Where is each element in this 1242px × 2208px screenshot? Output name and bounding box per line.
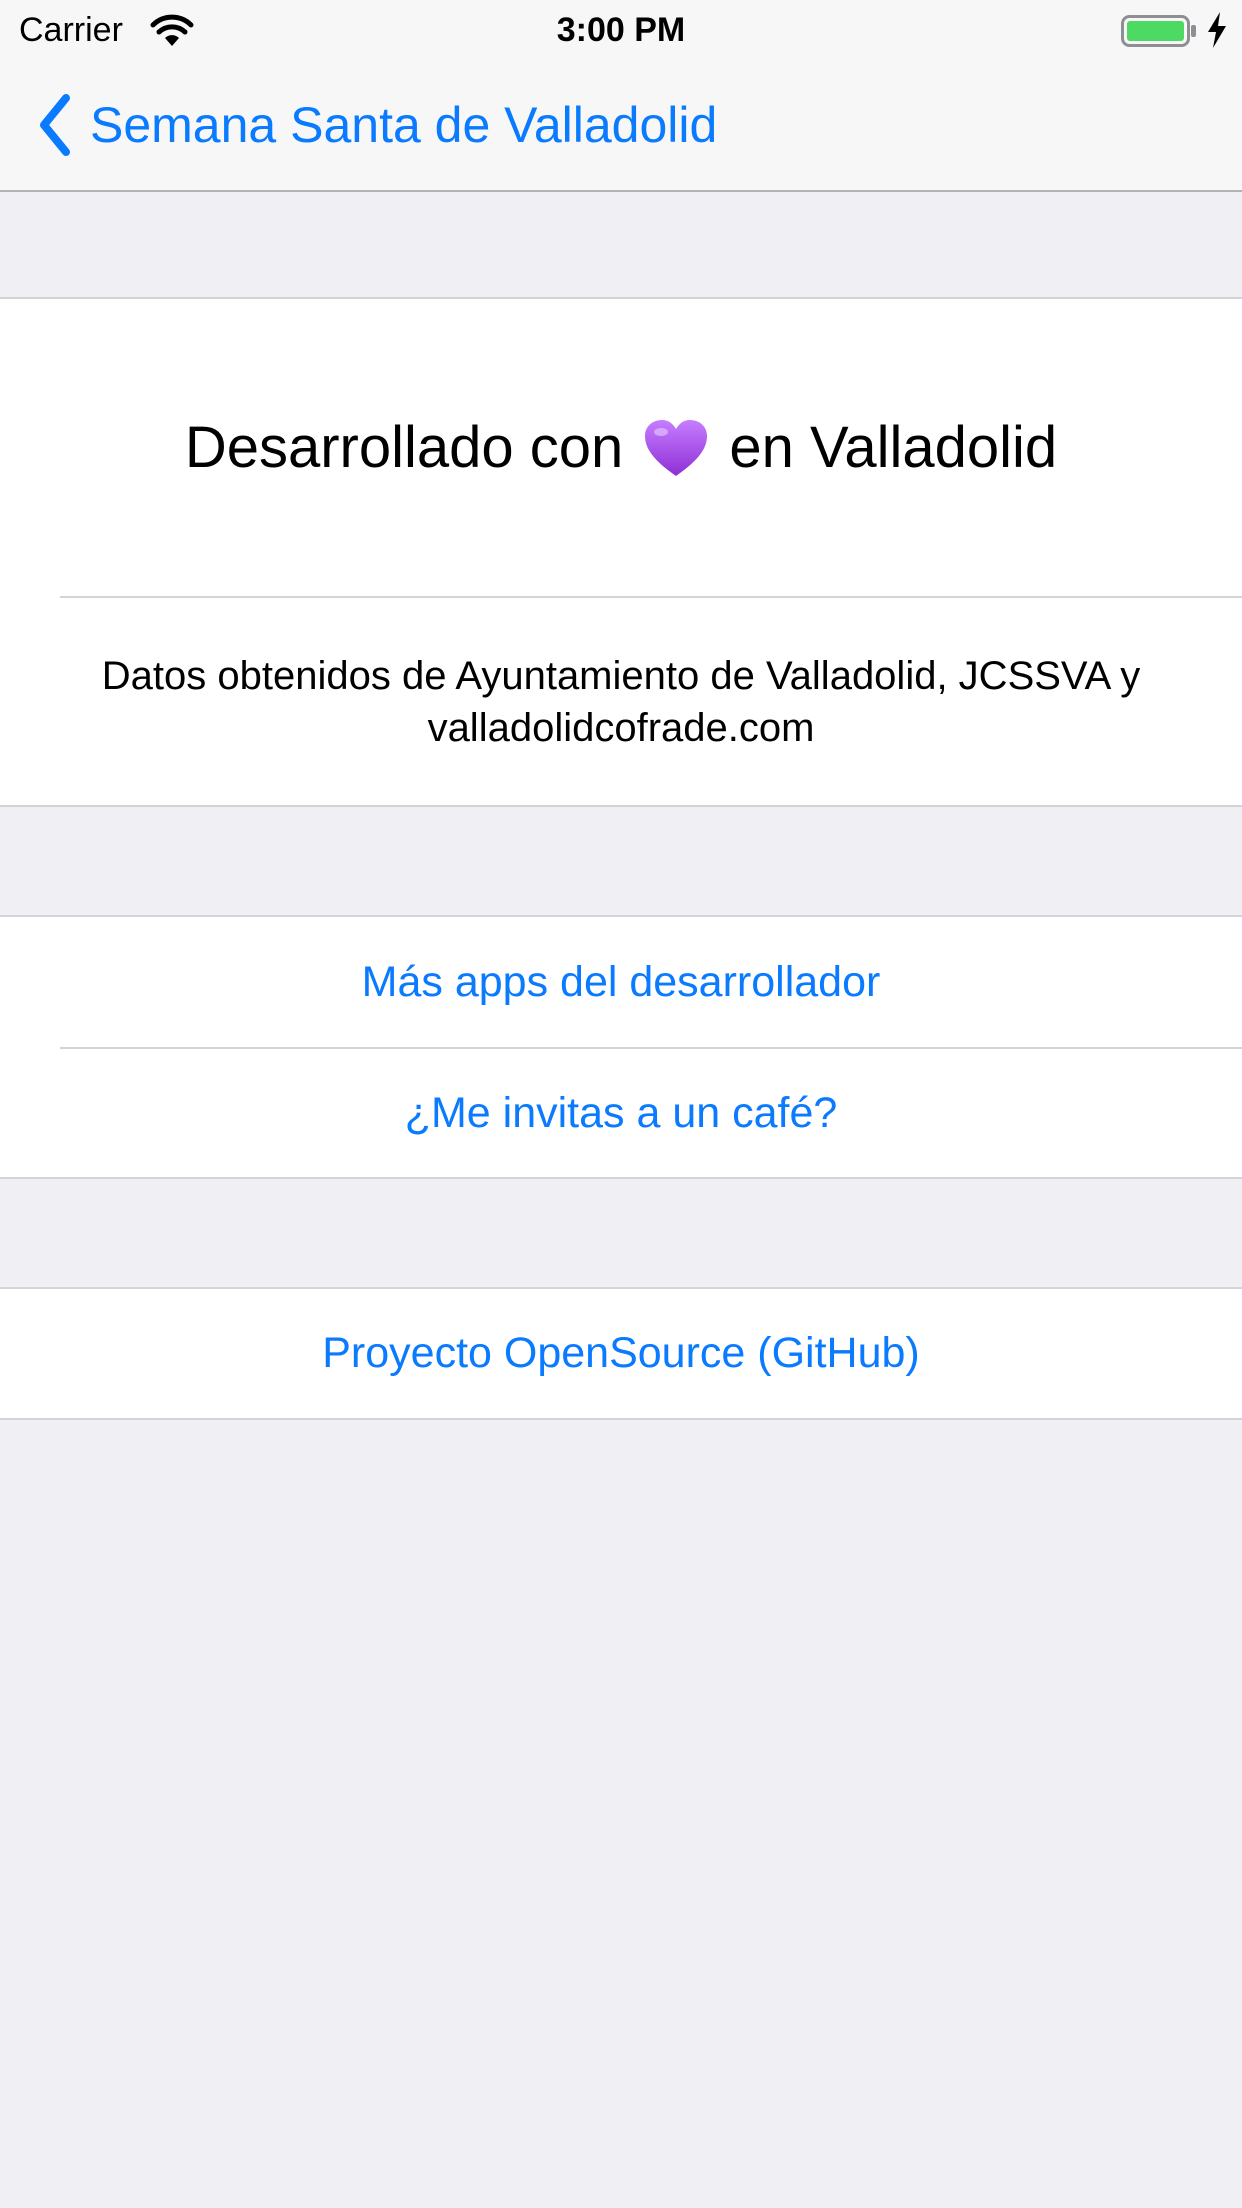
opensource-section: Proyecto OpenSource (GitHub)	[0, 1287, 1242, 1420]
developer-credit-prefix: Desarrollado con	[184, 415, 624, 480]
clock: 3:00 PM	[556, 11, 686, 49]
back-button[interactable]: Semana Santa de Valladolid	[36, 90, 717, 160]
charging-icon	[1208, 12, 1226, 48]
purple-heart-icon	[645, 419, 708, 476]
battery-icon	[1121, 15, 1196, 47]
more-apps-button[interactable]: Más apps del desarrollador	[0, 917, 1242, 1047]
developer-credit-title: Desarrollado con en Valladolid	[185, 414, 1057, 481]
more-apps-label: Más apps del desarrollador	[361, 957, 881, 1006]
opensource-github-button[interactable]: Proyecto OpenSource (GitHub)	[0, 1289, 1242, 1418]
opensource-github-label: Proyecto OpenSource (GitHub)	[322, 1329, 920, 1377]
data-sources-cell: Datos obtenidos de Ayuntamiento de Valla…	[0, 598, 1242, 805]
buy-coffee-button[interactable]: ¿Me invitas a un café?	[0, 1049, 1242, 1177]
developer-credit-suffix: en Valladolid	[729, 415, 1058, 480]
navigation-bar: Semana Santa de Valladolid	[0, 60, 1242, 192]
chevron-left-icon	[40, 94, 70, 156]
info-section: Desarrollado con en Valladolid Datos obt…	[0, 297, 1242, 807]
data-sources-text: Datos obtenidos de Ayuntamiento de Valla…	[101, 653, 1141, 750]
status-bar: Carrier 3:00 PM	[0, 0, 1242, 60]
buy-coffee-label: ¿Me invitas a un café?	[404, 1088, 838, 1137]
developer-credit-cell: Desarrollado con en Valladolid	[0, 299, 1242, 596]
links-section: Más apps del desarrollador ¿Me invitas a…	[0, 915, 1242, 1179]
back-button-label: Semana Santa de Valladolid	[90, 97, 718, 153]
